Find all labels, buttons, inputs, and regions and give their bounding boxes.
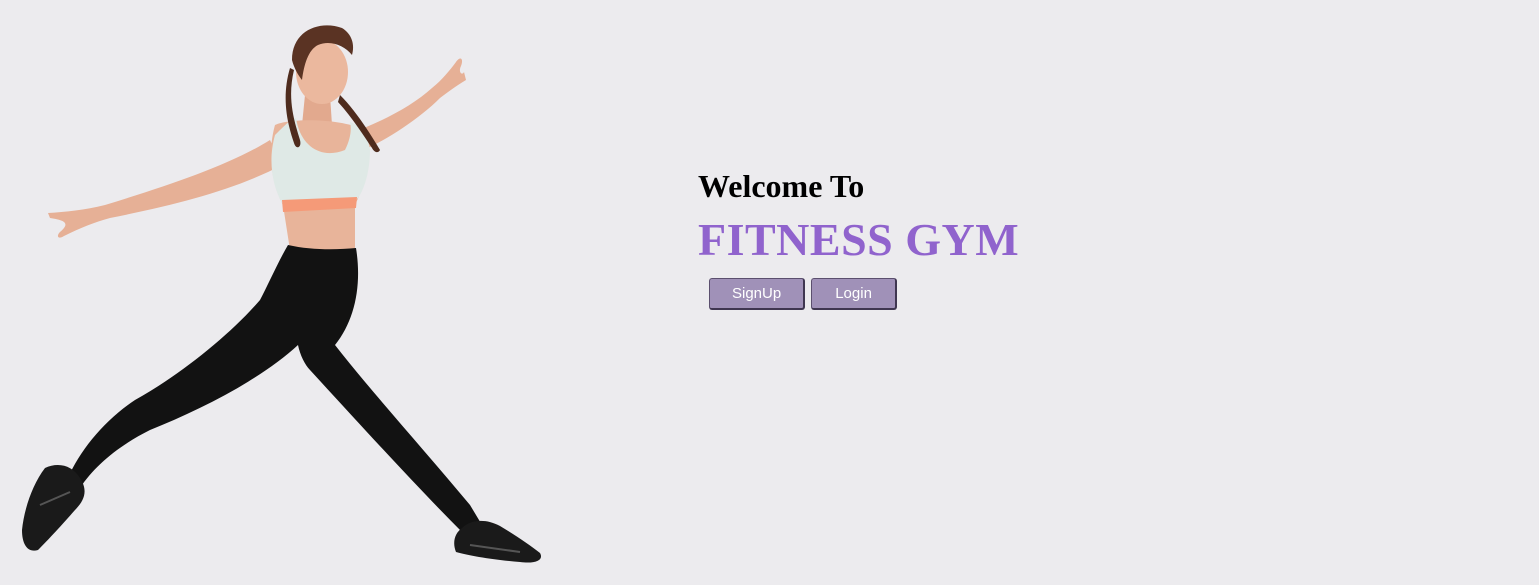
woman-jumping-illustration [22,25,542,563]
hero-image [0,0,600,585]
signup-button[interactable]: SignUp [709,278,806,310]
login-button[interactable]: Login [811,278,897,310]
welcome-heading: Welcome To [698,168,865,204]
landing-page: Welcome To FITNESS GYM SignUp Login [0,0,1539,585]
auth-buttons: SignUp Login [709,278,1019,310]
brand-title: FITNESS GYM [698,214,1020,265]
welcome-section: Welcome To FITNESS GYM SignUp Login [698,168,1019,310]
